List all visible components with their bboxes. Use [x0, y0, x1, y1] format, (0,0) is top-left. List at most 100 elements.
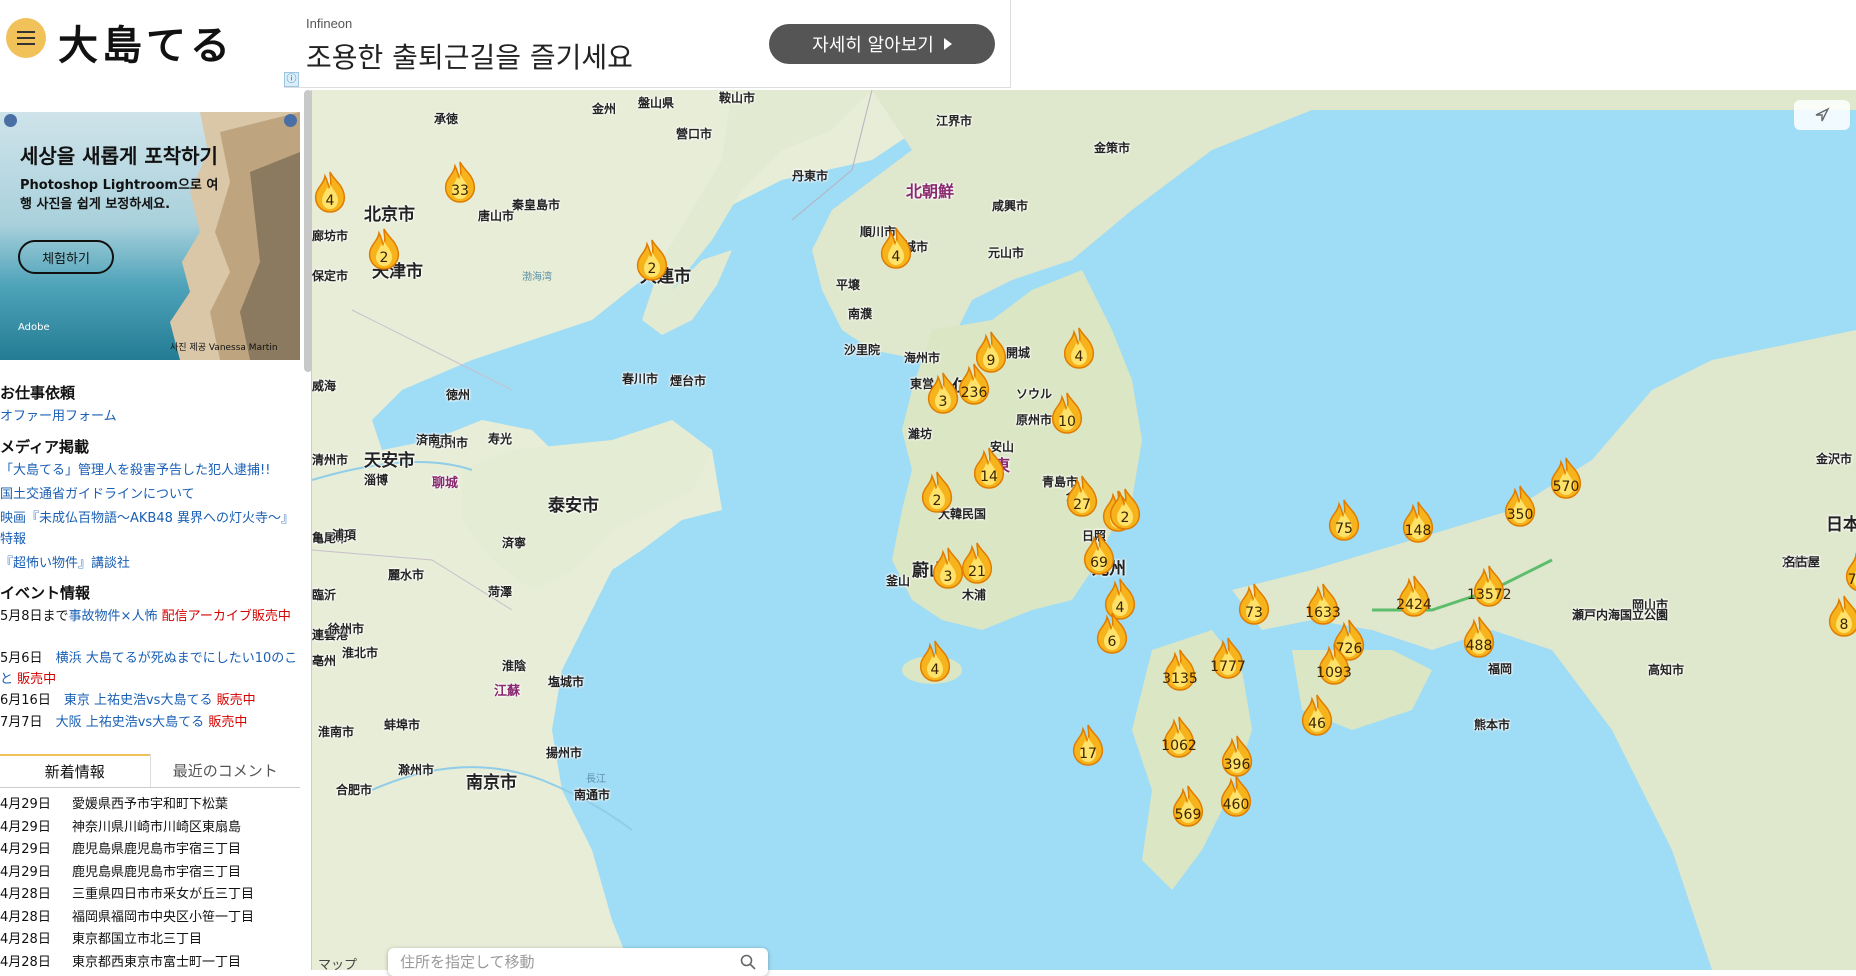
sidebar-ad-button[interactable]: 체험하기	[18, 240, 114, 274]
ad-choices-icon[interactable]	[284, 114, 297, 127]
ad-choices-icon[interactable]	[4, 114, 17, 127]
map-place-label: 金策市	[1094, 141, 1131, 155]
map-place-label: 合肥市	[336, 783, 373, 797]
news-row[interactable]: 4月29日 神奈川県川崎市川崎区東扇島	[0, 817, 300, 840]
marker-count: 21	[968, 564, 986, 580]
event-item[interactable]: 7月7日 大阪 上祐史浩vs大島てる 販売中	[0, 712, 300, 733]
marker-count: 1093	[1316, 665, 1352, 681]
incident-flame-marker[interactable]: 1777	[1206, 636, 1250, 680]
news-row[interactable]: 4月29日 鹿児島県鹿児島市宇宿三丁目	[0, 862, 300, 885]
news-text[interactable]: 福岡県福岡市中央区小笹一丁目	[72, 907, 254, 930]
sidebar-scrollbar[interactable]	[304, 90, 312, 372]
tab-recent-comments[interactable]: 最近のコメント	[149, 754, 301, 787]
media-link[interactable]: 「大島てる」管理人を殺害予告した犯人逮捕!!	[0, 460, 270, 481]
incident-flame-marker[interactable]: 1062	[1157, 715, 1201, 759]
incident-flame-marker[interactable]: 396	[1215, 734, 1259, 778]
media-link[interactable]: 映画『未成仏百物語〜AKB48 異界への灯火寺〜』特報	[0, 508, 290, 550]
ad-headline: 조용한 출퇴근길을 즐기세요	[306, 41, 633, 74]
sidebar-ad[interactable]: 세상을 새롭게 포착하기 Photoshop Lightroom으로 여행 사진…	[0, 112, 300, 360]
incident-flame-marker[interactable]: 2	[1103, 487, 1147, 531]
incident-flame-marker[interactable]: 6	[1090, 611, 1134, 655]
news-text[interactable]: 東京都国立市北三丁目	[72, 929, 202, 952]
incident-flame-marker[interactable]: 21	[955, 541, 999, 585]
news-text[interactable]: 鹿児島県鹿児島市宇宿三丁目	[72, 862, 241, 885]
incident-flame-marker[interactable]: 4	[913, 639, 957, 683]
marker-count: 236	[960, 385, 988, 401]
incident-flame-marker[interactable]: 8	[1822, 594, 1856, 638]
incident-flame-marker[interactable]: 46	[1295, 693, 1339, 737]
map-place-label: 臨沂	[312, 588, 337, 602]
news-text[interactable]: 愛媛県西予市宇和町下松葉	[72, 794, 228, 817]
ad-cta-label: 자세히 알아보기	[812, 35, 934, 56]
incident-flame-marker[interactable]: 3135	[1158, 648, 1202, 692]
site-logo[interactable]: 大島てる	[58, 14, 234, 70]
news-row[interactable]: 4月28日 東京都国立市北三丁目	[0, 929, 300, 952]
media-link[interactable]: 国土交通省ガイドラインについて	[0, 484, 195, 505]
map-place-label: 菏澤	[488, 585, 513, 599]
news-text[interactable]: 東京都西東京市富士町一丁目	[72, 952, 241, 971]
incident-flame-marker[interactable]: 69	[1077, 532, 1121, 576]
incident-flame-marker[interactable]: 569	[1166, 784, 1210, 828]
marker-count: 73	[1245, 605, 1263, 621]
marker-count: 4	[325, 193, 335, 209]
map-place-label: 熊本市	[1474, 718, 1511, 732]
incident-flame-marker[interactable]: 13572	[1467, 564, 1512, 608]
map[interactable]: 承徳 金州 盤山県 鞍山市 江界市 金策市 北京市 唐山市 秦皇島市 營口市 丹東市 北朝鮮 咸興市 廊坊…	[312, 90, 1856, 970]
incident-flame-marker[interactable]: 2	[630, 238, 674, 282]
search-icon[interactable]	[740, 954, 756, 970]
incident-flame-marker[interactable]: 4	[1057, 326, 1101, 370]
ad-info-icon[interactable]: ⓘ	[284, 72, 299, 87]
event-item[interactable]: 5月8日まで事故物件×人怖 配信アーカイブ販売中	[0, 606, 300, 627]
map-place-label: 済南市	[416, 433, 453, 447]
incident-flame-marker[interactable]: 1093	[1312, 642, 1356, 686]
incident-flame-marker[interactable]: 27	[1060, 474, 1104, 518]
incident-flame-marker[interactable]: 10	[1045, 391, 1089, 435]
map-place-label: 威海	[312, 379, 337, 393]
incident-flame-marker[interactable]: 710	[1839, 549, 1856, 593]
ad-cta-button[interactable]: 자세히 알아보기	[769, 24, 995, 64]
incident-flame-marker[interactable]: 350	[1498, 484, 1542, 528]
map-place-label: 廊坊市	[312, 229, 349, 243]
incident-flame-marker[interactable]: 2	[362, 227, 406, 271]
incident-flame-marker[interactable]: 33	[438, 160, 482, 204]
news-row[interactable]: 4月28日 福岡県福岡市中央区小笹一丁目	[0, 907, 300, 930]
map-place-label: 淮南市	[318, 725, 355, 739]
sidebar-ad-sub: Photoshop Lightroom으로 여행 사진을 쉽게 보정하세요.	[20, 178, 219, 212]
top-banner-ad[interactable]: Infineon 조용한 출퇴근길을 즐기세요 자세히 알아보기	[284, 0, 1011, 88]
incident-flame-marker[interactable]: 148	[1396, 500, 1440, 544]
incident-flame-marker[interactable]: 14	[967, 446, 1011, 490]
news-row[interactable]: 4月29日 鹿児島県鹿児島市宇宿三丁目	[0, 839, 300, 862]
sidebar-ad-credit: 사진 제공 Vanessa Martin	[170, 343, 278, 353]
incident-flame-marker[interactable]: 2	[915, 470, 959, 514]
address-search-input[interactable]	[400, 953, 740, 971]
location-arrow-icon[interactable]	[1794, 100, 1850, 130]
map-place-label: 滁州市	[398, 763, 435, 777]
hamburger-menu-icon[interactable]	[6, 18, 46, 58]
news-text[interactable]: 三重県四日市市釆女が丘三丁目	[72, 884, 254, 907]
address-search-box[interactable]	[388, 948, 768, 976]
incident-flame-marker[interactable]: 236	[952, 362, 996, 406]
ad-sponsor: Infineon	[306, 16, 353, 31]
map-place-label: 唐山市	[478, 209, 515, 223]
marker-count: 33	[451, 183, 469, 199]
offer-form-link[interactable]: オファー用フォーム	[0, 406, 117, 427]
tab-new-info[interactable]: 新着情報	[0, 754, 150, 787]
incident-flame-marker[interactable]: 4	[874, 226, 918, 270]
incident-flame-marker[interactable]: 460	[1214, 774, 1258, 818]
news-row[interactable]: 4月29日 愛媛県西予市宇和町下松葉	[0, 794, 300, 817]
news-row[interactable]: 4月28日 東京都西東京市富士町一丁目	[0, 952, 300, 971]
event-item[interactable]: 6月16日 東京 上祐史浩vs大島てる 販売中	[0, 690, 300, 711]
incident-flame-marker[interactable]: 488	[1457, 615, 1501, 659]
news-text[interactable]: 神奈川県川崎市川崎区東扇島	[72, 817, 241, 840]
news-row[interactable]: 4月28日 三重県四日市市釆女が丘三丁目	[0, 884, 300, 907]
incident-flame-marker[interactable]: 570	[1544, 456, 1588, 500]
incident-flame-marker[interactable]: 75	[1322, 498, 1366, 542]
events-title: イベント情報	[0, 584, 91, 602]
incident-flame-marker[interactable]: 17	[1066, 723, 1110, 767]
incident-flame-marker[interactable]: 73	[1232, 582, 1276, 626]
incident-flame-marker[interactable]: 4	[312, 170, 352, 214]
news-text[interactable]: 鹿児島県鹿児島市宇宿三丁目	[72, 839, 241, 862]
media-link[interactable]: 『超怖い物件』講談社	[0, 553, 130, 574]
incident-flame-marker[interactable]: 2424	[1392, 574, 1436, 618]
event-item[interactable]: 5月6日 横浜 大島てるが死ぬまでにしたい10のこと 販売中	[0, 648, 300, 690]
